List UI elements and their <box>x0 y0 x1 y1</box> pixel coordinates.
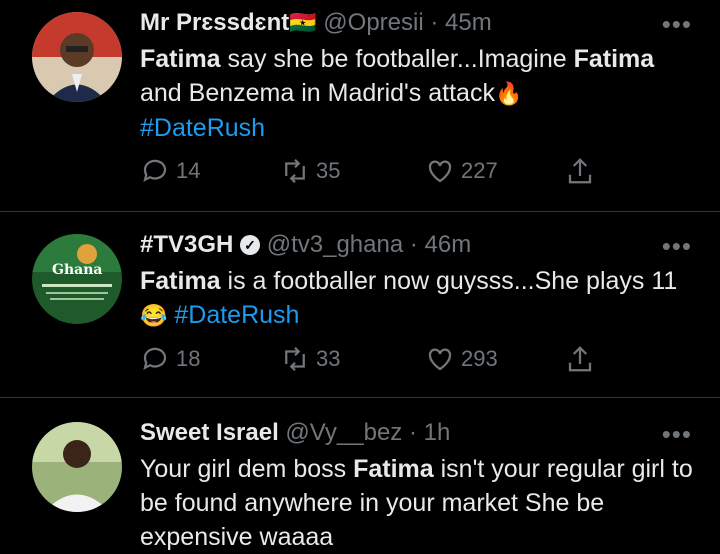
like-count: 293 <box>461 346 498 371</box>
text-segment: say she be footballer...Imagine <box>220 45 574 73</box>
avatar[interactable] <box>32 12 122 102</box>
like-button[interactable]: 227 <box>425 156 498 186</box>
avatar[interactable] <box>32 422 122 512</box>
tweet-header: Mr Prɛssdɛnt🇬🇭 @Opresii · 45m <box>140 8 492 38</box>
tweet-1[interactable]: Mr Prɛssdɛnt🇬🇭 @Opresii · 45m ••• Fatima… <box>0 0 720 210</box>
like-icon <box>428 348 452 371</box>
bold-keyword: Fatima <box>140 45 221 73</box>
handle[interactable]: @Vy__bez <box>285 419 402 446</box>
timestamp[interactable]: 45m <box>445 9 492 36</box>
share-button[interactable] <box>565 344 601 374</box>
tweet-header: Sweet Israel @Vy__bez · 1h <box>140 418 450 448</box>
verified-badge-icon: ✓ <box>240 235 261 255</box>
reply-button[interactable]: 18 <box>140 344 200 374</box>
avatar-caption: Ghana <box>52 262 103 278</box>
reply-count: 18 <box>176 346 201 371</box>
like-button[interactable]: 293 <box>425 344 498 374</box>
tweet-text: Your girl dem boss Fatima isn't your reg… <box>140 452 700 554</box>
reply-count: 14 <box>176 158 201 183</box>
like-icon <box>428 160 452 183</box>
emoji: 😂 <box>140 303 168 328</box>
separator: · <box>430 9 439 36</box>
reply-icon <box>143 159 167 182</box>
more-icon[interactable]: ••• <box>662 421 692 447</box>
retweet-icon <box>285 346 305 372</box>
timestamp[interactable]: 1h <box>424 419 451 446</box>
retweet-count: 33 <box>316 346 341 371</box>
avatar[interactable]: Ghana <box>32 234 122 324</box>
text-segment: is a footballer now guysss...She plays 1… <box>220 267 678 295</box>
display-name[interactable]: Sweet Israel <box>140 419 279 446</box>
action-bar: 18 33 293 <box>140 344 620 380</box>
action-bar: 14 35 227 <box>140 156 620 192</box>
retweet-count: 35 <box>316 158 341 183</box>
timestamp[interactable]: 46m <box>425 231 472 258</box>
hashtag-link[interactable]: #DateRush <box>174 301 299 329</box>
handle[interactable]: @tv3_ghana <box>267 231 403 258</box>
tweet-text: Fatima is a footballer now guysss...She … <box>140 264 700 333</box>
bold-keyword: Fatima <box>140 267 221 295</box>
separator: · <box>409 231 418 258</box>
tweet-header: #TV3GH ✓ @tv3_ghana · 46m <box>140 230 471 260</box>
more-icon[interactable]: ••• <box>662 11 692 37</box>
share-icon <box>568 158 592 184</box>
retweet-button[interactable]: 35 <box>280 156 340 186</box>
text-segment: and Benzema in Madrid's attack <box>140 79 495 107</box>
handle[interactable]: @Opresii <box>323 9 423 36</box>
display-name[interactable]: #TV3GH <box>140 231 233 258</box>
retweet-icon <box>285 158 305 184</box>
tweet-3[interactable]: Sweet Israel @Vy__bez · 1h ••• Your girl… <box>0 398 720 551</box>
emoji: 🔥 <box>494 81 523 106</box>
bold-keyword: Fatima <box>353 455 434 483</box>
reply-icon <box>143 347 167 370</box>
separator: · <box>408 419 417 446</box>
more-icon[interactable]: ••• <box>662 233 692 259</box>
tweet-text: Fatima say she be footballer...Imagine F… <box>140 42 700 145</box>
like-count: 227 <box>461 158 498 183</box>
retweet-button[interactable]: 33 <box>280 344 340 374</box>
ghana-flag-icon: 🇬🇭 <box>289 10 317 35</box>
reply-button[interactable]: 14 <box>140 156 200 186</box>
text-segment: Your girl dem boss <box>140 455 354 483</box>
bold-keyword: Fatima <box>573 45 655 73</box>
hashtag-link[interactable]: #DateRush <box>140 114 265 142</box>
share-icon <box>568 346 592 372</box>
share-button[interactable] <box>565 156 601 186</box>
display-name[interactable]: Mr Prɛssdɛnt <box>140 9 289 36</box>
tweet-2[interactable]: Ghana #TV3GH ✓ @tv3_ghana · 46m ••• Fati… <box>0 212 720 397</box>
